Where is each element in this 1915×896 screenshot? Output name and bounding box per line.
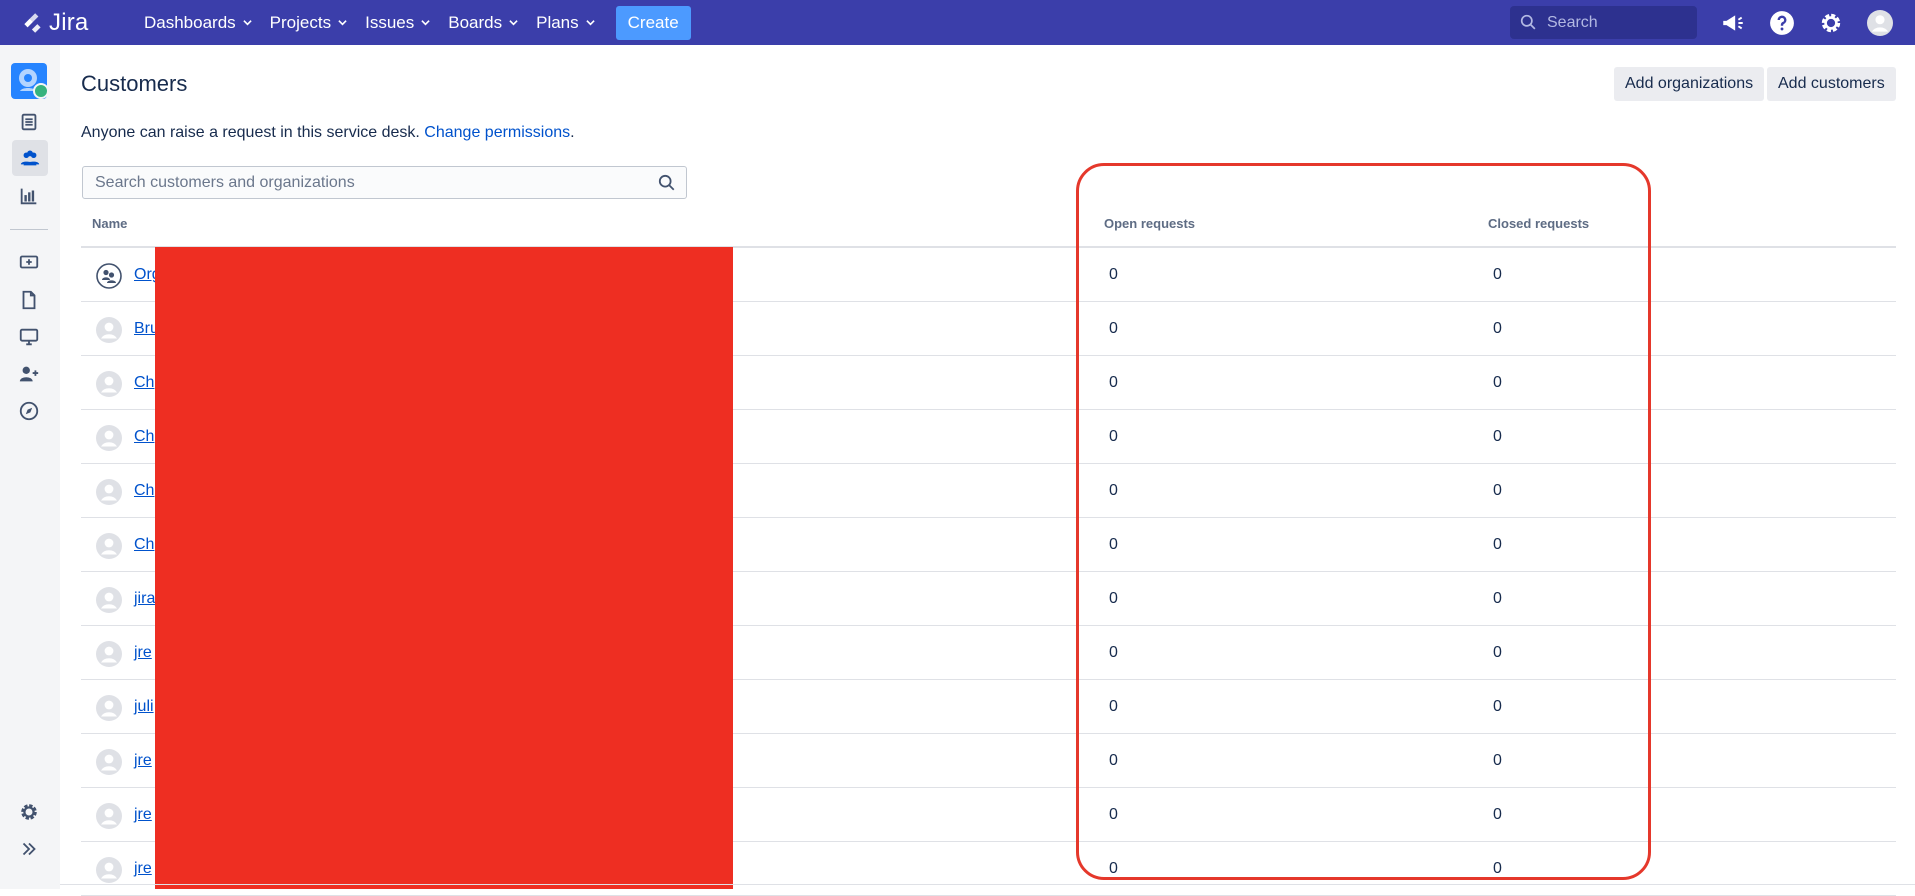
user-avatar-icon	[96, 695, 122, 721]
project-type-badge	[33, 83, 49, 99]
customer-name-link[interactable]: jre	[134, 860, 152, 878]
chevron-down-icon	[338, 20, 347, 26]
customer-name-link[interactable]: Ch	[134, 374, 154, 392]
settings-button[interactable]	[1817, 9, 1845, 37]
chevron-down-icon	[421, 20, 430, 26]
customer-name-link[interactable]: jira	[134, 590, 155, 608]
sidebar-item-invite-team[interactable]	[14, 359, 44, 389]
compass-icon	[19, 401, 39, 421]
customer-name-link[interactable]: Ch	[134, 428, 154, 446]
user-avatar-icon	[96, 317, 122, 343]
customer-name-link[interactable]: juli	[134, 698, 154, 716]
organization-icon	[96, 263, 122, 289]
nav-dashboards[interactable]: Dashboards	[135, 7, 261, 39]
avatar-icon	[1867, 9, 1893, 36]
customer-name-link[interactable]: jre	[134, 752, 152, 770]
nav-label: Projects	[269, 12, 332, 32]
logo-text: Jira	[49, 8, 89, 36]
sidebar-item-queues[interactable]	[14, 107, 44, 137]
nav-label: Boards	[448, 12, 503, 32]
user-avatar-icon	[96, 749, 122, 775]
document-icon	[22, 290, 36, 310]
user-avatar-icon	[96, 533, 122, 559]
user-avatar-icon	[96, 371, 122, 397]
user-avatar-icon	[96, 857, 122, 883]
sidebar-item-channels[interactable]	[14, 322, 44, 352]
nav-issues[interactable]: Issues	[356, 7, 439, 39]
main-nav: Dashboards Projects Issues Boards Plans …	[135, 5, 691, 40]
profile-button[interactable]	[1866, 9, 1894, 37]
gear-icon	[1821, 13, 1841, 32]
nav-boards[interactable]: Boards	[439, 7, 527, 39]
customer-search-input[interactable]	[83, 173, 643, 192]
customer-name-link[interactable]: jre	[134, 644, 152, 662]
project-sidebar	[0, 45, 60, 889]
column-header-name[interactable]: Name	[92, 216, 127, 231]
megaphone-icon	[1723, 14, 1743, 31]
chevron-down-icon	[585, 20, 595, 26]
add-user-icon	[19, 366, 39, 382]
customer-name-link[interactable]: jre	[134, 806, 152, 824]
customer-search[interactable]	[82, 166, 687, 199]
user-avatar-icon	[96, 803, 122, 829]
help-icon	[1770, 10, 1794, 35]
jira-logo-icon	[24, 12, 41, 33]
notifications-button[interactable]	[1719, 9, 1747, 37]
jira-logo[interactable]: Jira	[20, 9, 110, 37]
add-organizations-button[interactable]: Add organizations	[1614, 67, 1765, 101]
sidebar-item-knowledge[interactable]	[14, 285, 44, 315]
page-bottom-divider	[60, 884, 1915, 885]
nav-label: Plans	[536, 12, 579, 32]
add-customers-button[interactable]: Add customers	[1767, 67, 1896, 101]
top-navigation: Jira Dashboards Projects Issues Boards P…	[0, 0, 1915, 45]
permission-note: Anyone can raise a request in this servi…	[81, 124, 575, 142]
user-avatar-icon	[96, 587, 122, 613]
sidebar-item-reports[interactable]	[14, 181, 44, 211]
add-queue-icon	[19, 255, 39, 269]
pages-icon	[21, 113, 37, 131]
customer-name-link[interactable]: Ch	[134, 482, 154, 500]
sidebar-item-raise-request[interactable]	[14, 247, 44, 277]
user-avatar-icon	[96, 641, 122, 667]
chevron-down-icon	[509, 20, 518, 26]
settings-icon	[21, 804, 37, 820]
permission-suffix: .	[570, 124, 575, 141]
customers-icon	[20, 150, 40, 166]
search-icon[interactable]	[658, 174, 676, 192]
expand-icon	[22, 842, 36, 856]
sidebar-item-customers[interactable]	[12, 140, 48, 176]
global-search-input[interactable]	[1547, 13, 1687, 32]
page-title: Customers	[81, 71, 188, 96]
help-button[interactable]	[1768, 9, 1796, 37]
nav-label: Dashboards	[144, 12, 236, 32]
create-button[interactable]: Create	[615, 5, 691, 40]
nav-plans[interactable]: Plans	[527, 7, 604, 39]
nav-label: Issues	[365, 12, 415, 32]
nav-projects[interactable]: Projects	[261, 7, 356, 39]
global-search[interactable]	[1510, 6, 1697, 39]
sidebar-divider	[10, 229, 48, 230]
top-right-controls	[1510, 0, 1915, 45]
redaction-overlay	[155, 247, 733, 889]
change-permissions-link[interactable]: Change permissions	[424, 124, 570, 141]
reports-icon	[20, 188, 37, 205]
sidebar-item-explore[interactable]	[14, 396, 44, 426]
sidebar-expand-button[interactable]	[14, 834, 44, 864]
sidebar-item-project-settings[interactable]	[14, 797, 44, 827]
user-avatar-icon	[96, 425, 122, 451]
chevron-down-icon	[242, 20, 252, 26]
search-icon	[1520, 14, 1536, 30]
permission-text: Anyone can raise a request in this servi…	[81, 124, 425, 141]
monitor-icon	[19, 328, 39, 346]
request-columns-highlight	[1076, 163, 1651, 880]
customer-name-link[interactable]: Ch	[134, 536, 154, 554]
user-avatar-icon	[96, 479, 122, 505]
